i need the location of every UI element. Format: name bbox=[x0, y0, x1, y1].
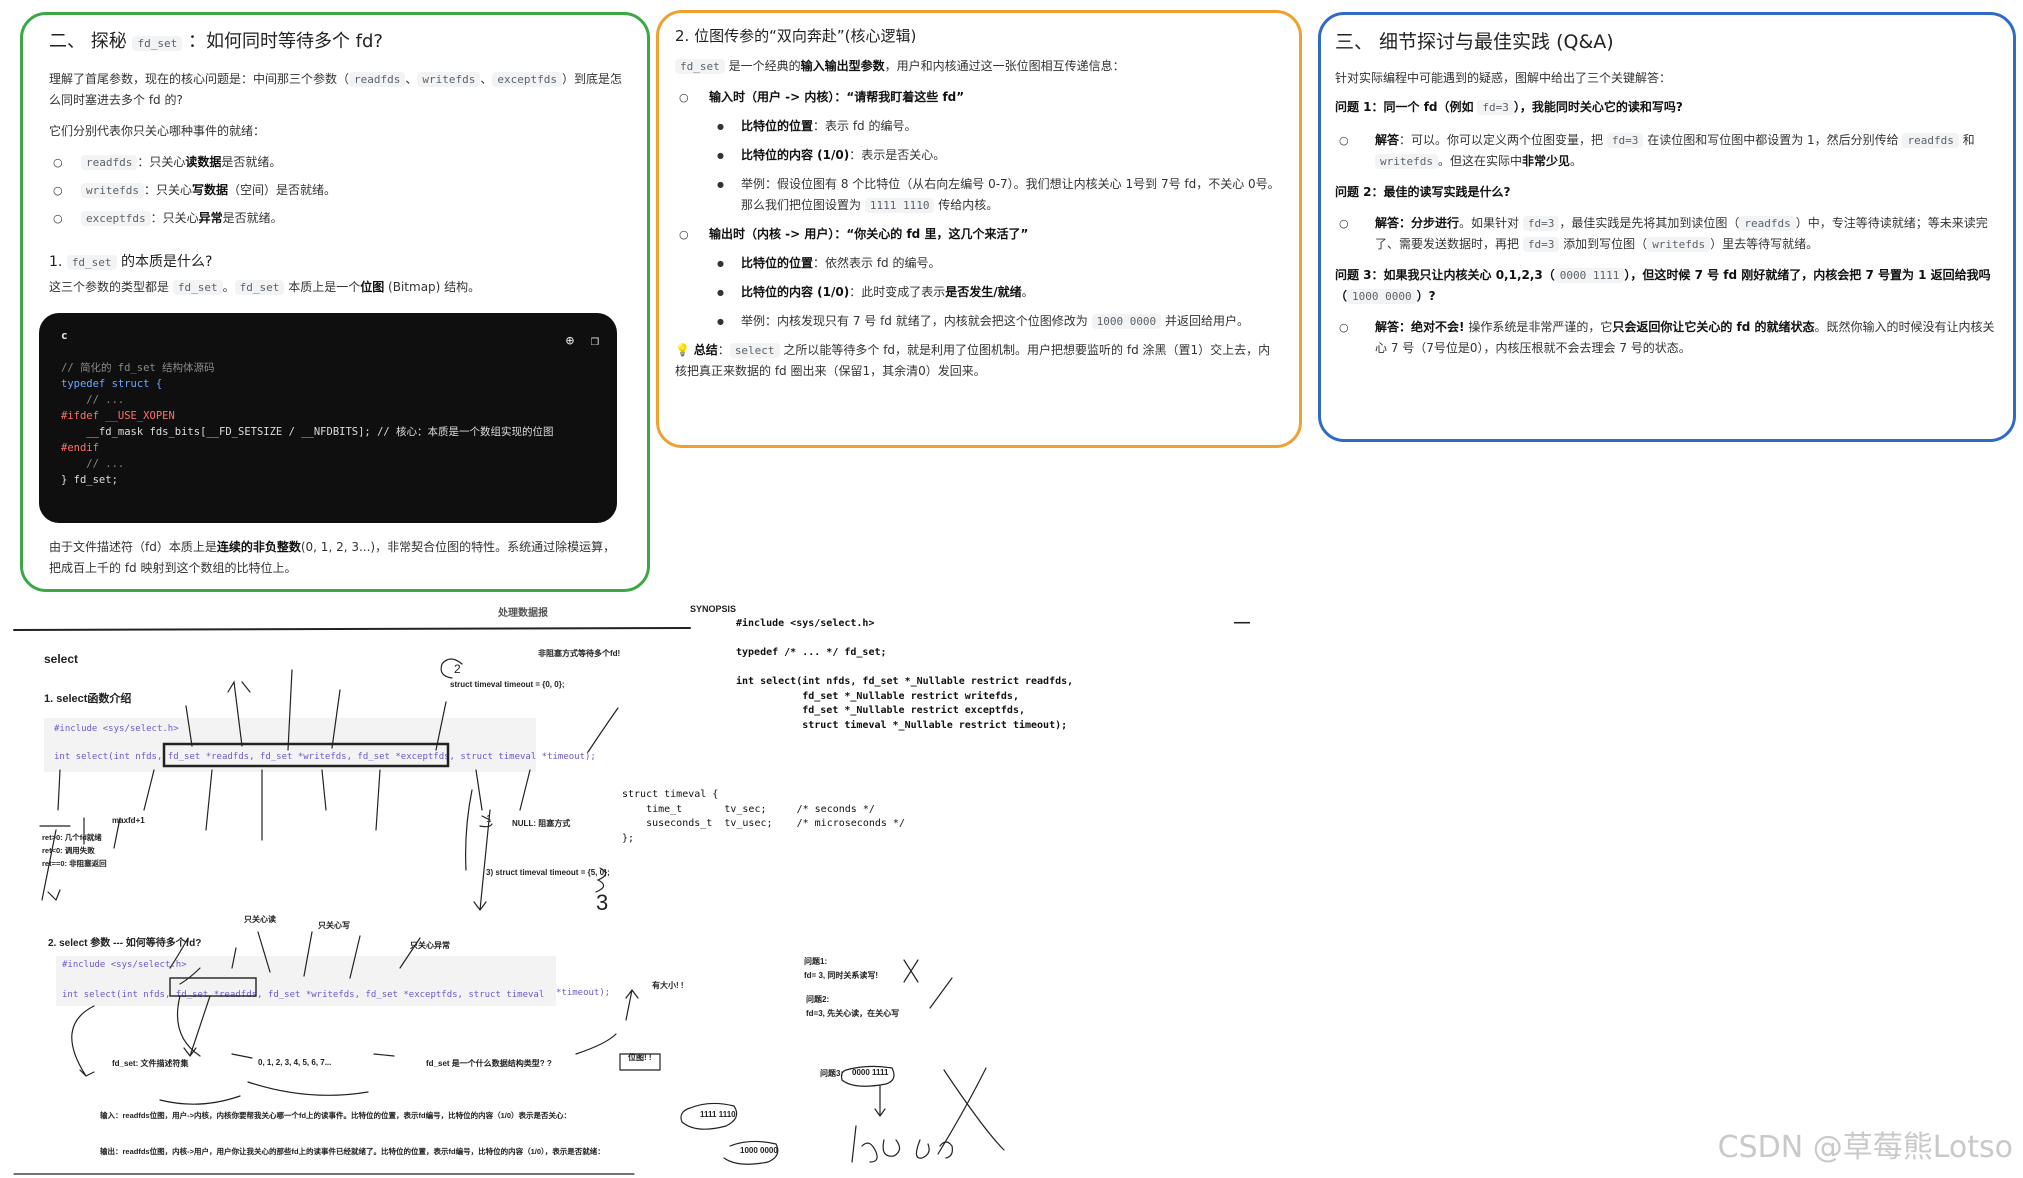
code-line: #endif bbox=[61, 442, 99, 454]
answer-3: 解答：绝对不会! 操作系统是非常严谨的，它只会返回你让它关心的 fd 的就绪状态… bbox=[1335, 317, 1999, 359]
param-list: readfds：只关心读数据是否就绪。 writefds：只关心写数据（空间）是… bbox=[49, 152, 625, 229]
code-line: typedef struct { bbox=[61, 378, 163, 390]
list-item: 举例：内核发现只有 7 号 fd 就绪了，内核就会把这个位图修改为 1000 0… bbox=[675, 311, 1281, 332]
watermark: CSDN @草莓熊Lotso bbox=[1717, 1130, 2013, 1165]
select-fdset-panel: 二、 探秘 fd_set ：如何同时等待多个 fd? 理解了首尾参数，现在的核心… bbox=[20, 12, 650, 592]
section-title: 三、 细节探讨与最佳实践 (Q&A) bbox=[1335, 31, 1614, 53]
intro-text: fd_set 是一个经典的输入输出型参数，用户和内核通过这一张位图相互传递信息： bbox=[675, 56, 1281, 77]
copy-icon[interactable]: ❐ bbox=[591, 333, 599, 349]
code-line: __fd_mask fds_bits[__FD_SETSIZE / __NFDB… bbox=[61, 426, 554, 438]
download-icon[interactable]: ⊕ bbox=[566, 333, 574, 349]
code-tools: ⊕ ❐ bbox=[566, 333, 599, 349]
list-item: 比特位的位置：表示 fd 的编号。 bbox=[675, 116, 1281, 137]
intro-text: 针对实际编程中可能遇到的疑惑，图解中给出了三个关键解答： bbox=[1335, 71, 1672, 85]
answer-2: 解答：分步进行。如果针对 fd=3，最佳实践是先将其加到读位图（readfds）… bbox=[1335, 213, 1999, 255]
list-item: 比特位的位置：依然表示 fd 的编号。 bbox=[675, 253, 1281, 274]
answer-1: 解答：可以。你可以定义两个位图变量，把 fd=3 在读位图和写位图中都设置为 1… bbox=[1335, 130, 1999, 172]
intro-text-2: 它们分别代表你只关心哪种事件的就绪： bbox=[49, 124, 266, 138]
code-line: // ... bbox=[61, 458, 125, 470]
outro-text: 由于文件描述符（fd）本质上是连续的非负整数(0, 1, 2, 3...)，非常… bbox=[49, 540, 616, 575]
bitmap-logic-panel: 2. 位图传参的“双向奔赴”(核心逻辑) fd_set 是一个经典的输入输出型参… bbox=[656, 10, 1302, 448]
code-line: #ifdef __USE_XOPEN bbox=[61, 410, 175, 422]
subsection-title: 1. fd_set 的本质是什么? bbox=[49, 254, 213, 270]
list-item: 比特位的内容 (1/0)：表示是否关心。 bbox=[675, 145, 1281, 166]
code-lines: // 简化的 fd_set 结构体源码 typedef struct { // … bbox=[61, 360, 595, 488]
question-3: 问题 3：如果我只让内核关心 0,1,2,3（ 0000 1111 ），但这时候 7… bbox=[1335, 268, 1991, 304]
question-1: 问题 1：同一个 fd（例如 fd=3 ），我能同时关心它的读和写吗? bbox=[1335, 100, 1683, 115]
code-line: } fd_set; bbox=[61, 474, 118, 486]
summary-text: 💡 总结： select 之所以能等待多个 fd，就是利用了位图机制。用户把想要监… bbox=[675, 343, 1271, 378]
list-item: exceptfds：只关心异常是否就绪。 bbox=[49, 208, 625, 229]
lightbulb-icon: 💡 bbox=[675, 343, 690, 357]
subsection-text: 这三个参数的类型都是 fd_set。 fd_set 本质上是一个位图 (Bitma… bbox=[49, 280, 481, 295]
section-title: 2. 位图传参的“双向奔赴”(核心逻辑) bbox=[675, 27, 917, 45]
list-item: readfds：只关心读数据是否就绪。 bbox=[49, 152, 625, 173]
code-block: c ⊕ ❐ // 简化的 fd_set 结构体源码 typedef struct… bbox=[39, 313, 617, 523]
code-language: c bbox=[61, 329, 68, 342]
list-item: 举例：假设位图有 8 个比特位（从右向左编号 0-7）。我们想让内核关心 1号到… bbox=[675, 174, 1281, 216]
code-line: // 简化的 fd_set 结构体源码 bbox=[61, 362, 215, 374]
output-direction: 输出时（内核 -> 用户）：“你关心的 fd 里，这几个来活了” bbox=[675, 224, 1281, 245]
qa-panel: 三、 细节探讨与最佳实践 (Q&A) 针对实际编程中可能遇到的疑惑，图解中给出了… bbox=[1318, 12, 2016, 442]
intro-text: 理解了首尾参数，现在的核心问题是：中间那三个参数（ readfds、 writefd… bbox=[49, 72, 623, 107]
question-2: 问题 2：最佳的读写实践是什么? bbox=[1335, 185, 1511, 199]
handwriting-strokes bbox=[13, 627, 1005, 1175]
section-title: 二、 探秘 fd_set ：如何同时等待多个 fd? bbox=[49, 31, 383, 52]
code-line: // ... bbox=[61, 394, 125, 406]
list-item: 比特位的内容 (1/0)：此时变成了表示是否发生/就绪。 bbox=[675, 282, 1281, 303]
input-direction: 输入时（用户 -> 内核）：“请帮我盯着这些 fd” bbox=[675, 87, 1281, 108]
list-item: writefds：只关心写数据（空间）是否就绪。 bbox=[49, 180, 625, 201]
